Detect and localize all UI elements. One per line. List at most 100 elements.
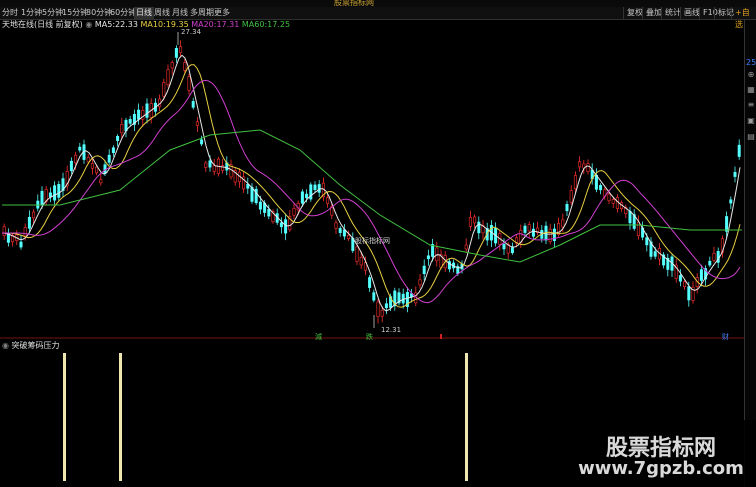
- signal-marker-4: 财: [722, 332, 729, 341]
- candle-body: [57, 184, 61, 198]
- candle-body: [267, 209, 271, 217]
- candle-body: [162, 82, 166, 97]
- candle-body: [292, 208, 296, 216]
- candle-body: [473, 216, 477, 224]
- chart-watermark: 股标指标网: [355, 236, 390, 245]
- candle-body: [2, 226, 6, 236]
- candle-body: [111, 147, 115, 154]
- price-axis-label: 25: [746, 58, 756, 67]
- candle-body: [334, 222, 338, 229]
- candle-body: [305, 193, 309, 199]
- ma-lines: [1, 32, 742, 328]
- candle-body: [187, 76, 191, 91]
- candle-body: [531, 228, 535, 237]
- candle-body: [527, 224, 531, 232]
- ma5-line: [1, 54, 741, 312]
- signal-marker-2: 跌: [366, 332, 373, 341]
- candle-body: [204, 162, 208, 168]
- candle-body: [200, 139, 204, 145]
- candle-body: [573, 175, 577, 190]
- sub-chart-name: 突破筹码压力: [11, 341, 60, 350]
- candle-body: [78, 146, 82, 151]
- candle-body: [208, 160, 212, 168]
- grid-icon[interactable]: ▦: [746, 85, 756, 95]
- candle-body: [300, 191, 304, 204]
- candle-body: [258, 201, 262, 210]
- candle-body: [284, 219, 288, 234]
- candle-body: [607, 193, 611, 201]
- candle-body: [128, 119, 132, 124]
- signal-bar-1: [63, 353, 66, 481]
- signal-marker-1: 減: [315, 332, 322, 341]
- watermark-url: www.7gpzb.com: [578, 458, 744, 479]
- candle-body: [683, 281, 687, 287]
- candle-body: [628, 210, 632, 224]
- candle-body: [431, 244, 435, 257]
- candle-body: [586, 163, 590, 172]
- signal-marker-3: [440, 334, 442, 339]
- candle-body: [418, 279, 422, 286]
- candle-body: [191, 101, 195, 108]
- candle-body: [179, 46, 183, 53]
- candle-body: [32, 211, 36, 219]
- candle-body: [141, 110, 145, 120]
- candle-body: [53, 185, 57, 201]
- candle-body: [90, 163, 94, 169]
- candle-body: [40, 190, 44, 206]
- list-icon[interactable]: ≡: [746, 100, 756, 110]
- candle-body: [279, 222, 283, 228]
- candle-body: [170, 62, 174, 69]
- candle-body: [729, 199, 733, 204]
- candle-body: [212, 165, 216, 172]
- candle-body: [86, 157, 90, 163]
- note-icon[interactable]: ▤: [746, 132, 756, 142]
- candle-body: [725, 216, 729, 232]
- low-price-label: 12.31: [381, 326, 401, 334]
- candle-body: [355, 246, 359, 262]
- candle-body: [99, 179, 103, 184]
- high-price-label: 27.34: [181, 28, 202, 36]
- ma10-line: [2, 64, 741, 308]
- candle-body: [19, 241, 23, 248]
- candle-body: [615, 197, 619, 209]
- candle-body: [380, 309, 384, 317]
- candle-body: [468, 217, 472, 227]
- kline-chart[interactable]: 27.34 12.31 股标指标网 減 跌 财: [0, 0, 744, 487]
- candle-body: [708, 260, 712, 266]
- candle-body: [594, 174, 598, 190]
- candle-body: [174, 48, 178, 58]
- candle-body: [599, 185, 603, 191]
- zoom-icon[interactable]: ⊕: [746, 70, 756, 80]
- candle-body: [384, 303, 388, 309]
- right-toolstrip: 25 ⊕ ▦ ≡ ▣ ▤: [744, 20, 756, 487]
- candle-body: [23, 227, 27, 237]
- candle-body: [183, 62, 187, 71]
- candle-body: [107, 154, 111, 163]
- info-icon[interactable]: ▣: [746, 116, 756, 126]
- candle-body: [326, 197, 330, 204]
- candle-body: [687, 286, 691, 301]
- candle-body: [548, 228, 552, 243]
- signal-bar-2: [119, 353, 122, 481]
- candle-body: [145, 103, 149, 118]
- candle-body: [195, 121, 199, 126]
- sub-settings-dot-icon[interactable]: ◉: [2, 341, 9, 350]
- candle-body: [565, 203, 569, 212]
- candle-body: [611, 199, 615, 204]
- candle-body: [338, 228, 342, 233]
- candle-body: [653, 251, 657, 257]
- candle-body: [561, 219, 565, 228]
- candle-body: [359, 257, 363, 266]
- candle-body: [422, 265, 426, 274]
- candle-body: [578, 161, 582, 168]
- candle-body: [523, 225, 527, 233]
- sub-bars: [63, 353, 468, 481]
- candle-body: [569, 190, 573, 203]
- candle-body: [69, 160, 73, 172]
- site-watermark: 股票指标网 www.7gpzb.com: [566, 420, 756, 487]
- candle-body: [636, 221, 640, 237]
- candle-body: [645, 237, 649, 246]
- candle-body: [27, 216, 31, 229]
- candle-body: [733, 171, 737, 177]
- candle-body: [464, 244, 468, 250]
